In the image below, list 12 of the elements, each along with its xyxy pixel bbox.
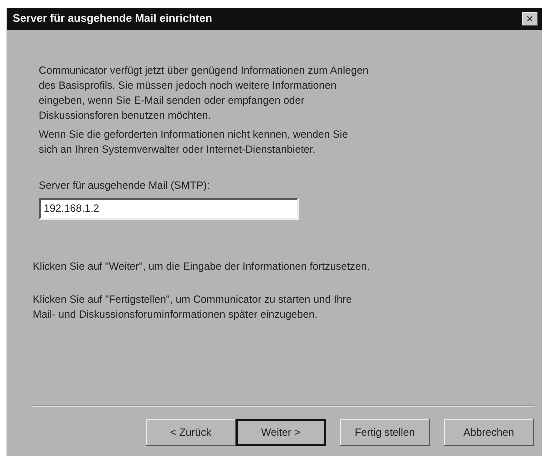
smtp-server-field[interactable]: 192.168.1.2 bbox=[39, 198, 299, 220]
hint-paragraph: Klicken Sie auf "Weiter", um die Eingabe der Informationen fortzusetzen. bbox=[33, 260, 372, 275]
hint-paragraph: Klicken Sie auf "Fertigstellen", um Communicator zu starten und Ihre Mail- und Diskussionsforuminformationen später einzugeben. bbox=[33, 293, 354, 323]
window-title: Server für ausgehende Mail einrichten bbox=[13, 13, 212, 25]
dialog-button[interactable]: < Zurück bbox=[146, 419, 236, 446]
info-paragraph: Communicator verfügt jetzt über genügend Informationen zum Anlegen des Basisprofils. Sie müssen jedoch noch weitere Informationen eingeben, wenn Sie E-Mail senden oder empfangen oder Diskussionsforen benutzen möchten. bbox=[39, 64, 370, 124]
dialog-button[interactable]: Weiter > bbox=[236, 419, 326, 446]
close-button[interactable]: × bbox=[522, 12, 538, 26]
field-label: Server für ausgehende Mail (SMTP): bbox=[39, 180, 211, 192]
dialog-button[interactable]: Abbrechen bbox=[444, 419, 534, 446]
info-paragraph: Wenn Sie die geforderten Informationen nicht kennen, wenden Sie sich an Ihren Systemverwalter oder Internet-Dienstanbieter. bbox=[39, 128, 350, 158]
dialog-button[interactable]: Fertig stellen bbox=[340, 419, 430, 446]
